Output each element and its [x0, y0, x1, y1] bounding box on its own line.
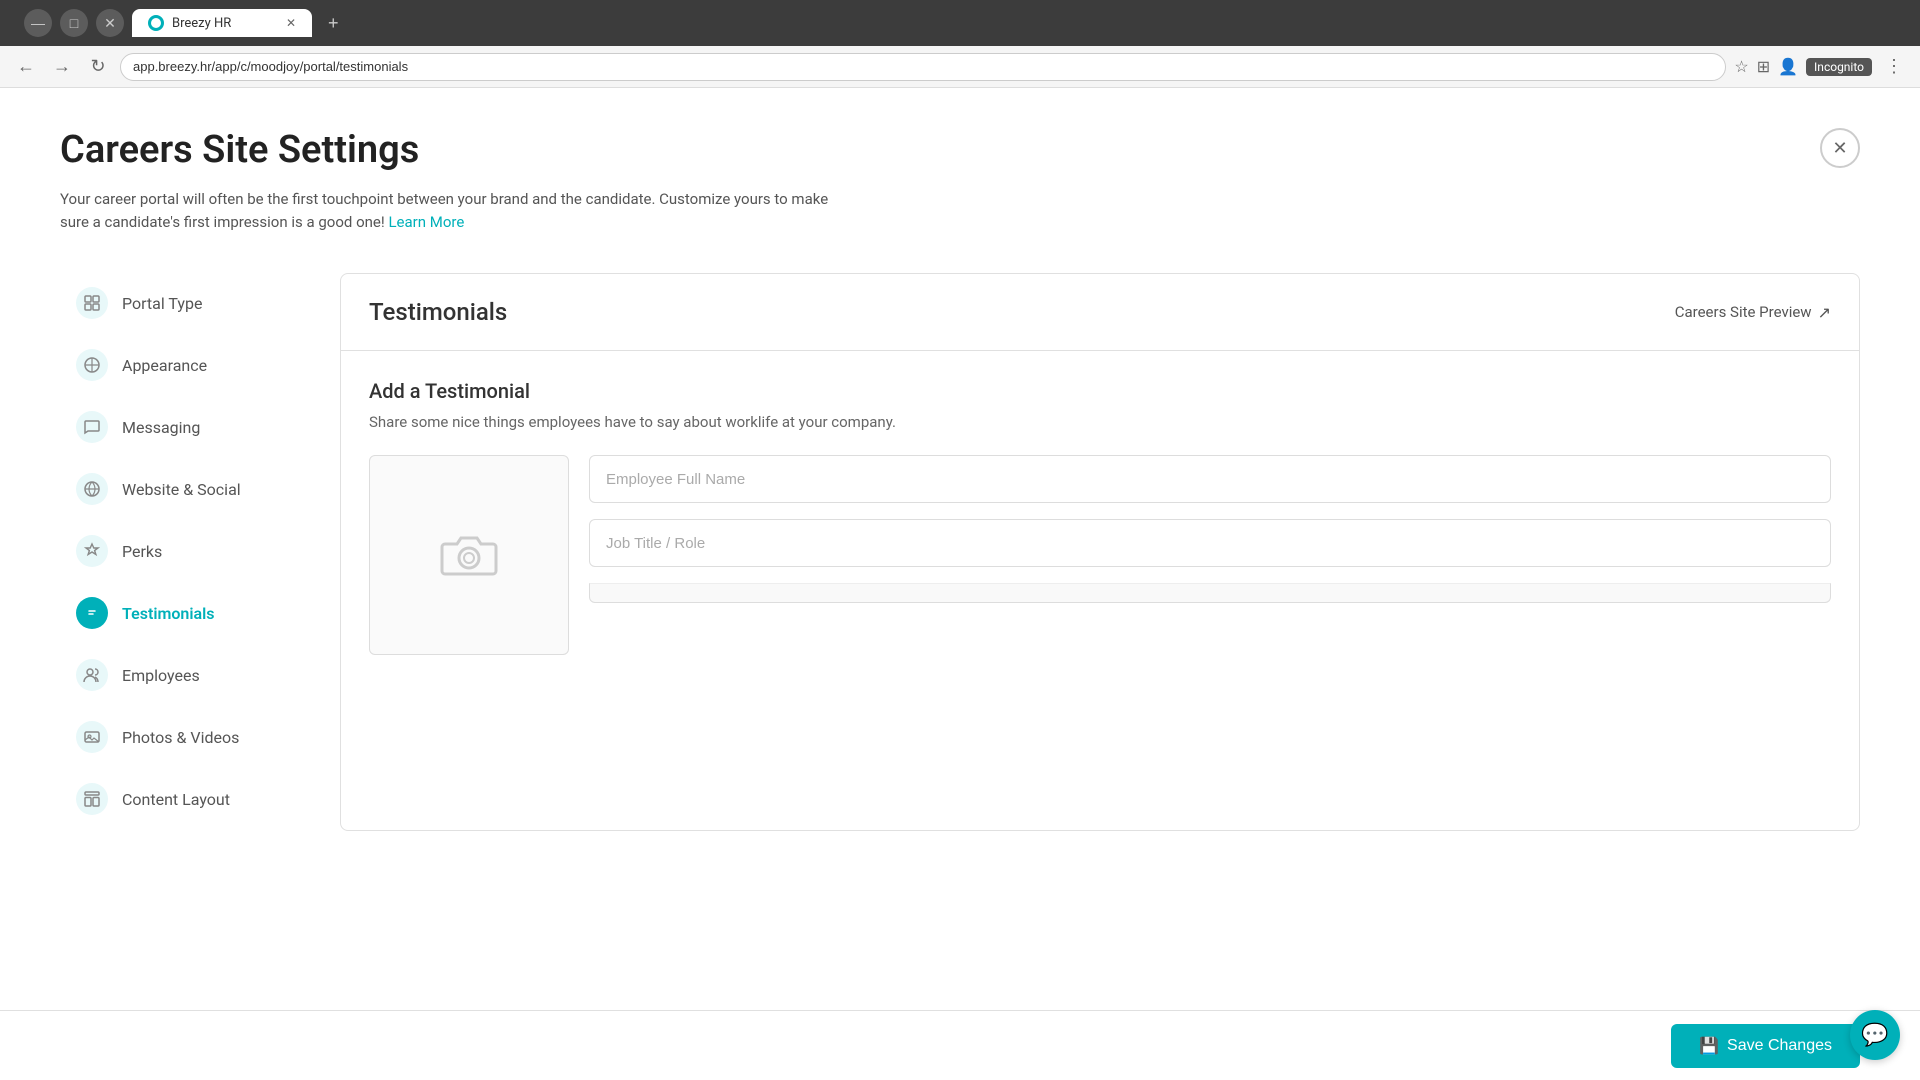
main-layout: Portal Type Appearance Messaging: [60, 273, 1860, 831]
content-layout-icon: [76, 783, 108, 815]
navigation-bar: ← → ↻ ☆ ⊞ 👤 Incognito ⋮: [0, 46, 1920, 88]
save-changes-button[interactable]: 💾 Save Changes: [1671, 1024, 1860, 1068]
sidebar-label-testimonials: Testimonials: [122, 604, 215, 623]
careers-preview-link[interactable]: Careers Site Preview ↗: [1675, 303, 1831, 322]
add-testimonial-title: Add a Testimonial: [369, 379, 1831, 403]
sidebar-label-appearance: Appearance: [122, 356, 207, 375]
sidebar-item-website-social[interactable]: Website & Social: [60, 459, 340, 519]
sidebar-label-perks: Perks: [122, 542, 162, 561]
sidebar-label-website-social: Website & Social: [122, 480, 241, 499]
sidebar-label-content-layout: Content Layout: [122, 790, 230, 809]
tab-favicon: [148, 15, 164, 31]
sidebar-item-perks[interactable]: Perks: [60, 521, 340, 581]
tab-title: Breezy HR: [172, 16, 231, 31]
sidebar-item-appearance[interactable]: Appearance: [60, 335, 340, 395]
window-minimize-button[interactable]: —: [24, 9, 52, 37]
sidebar-label-photos-videos: Photos & Videos: [122, 728, 239, 747]
page-subtitle: Your career portal will often be the fir…: [60, 188, 860, 233]
tab-bar: — □ ✕ Breezy HR ✕ +: [0, 0, 1920, 46]
job-title-input[interactable]: [589, 519, 1831, 567]
address-bar[interactable]: [120, 53, 1726, 81]
testimonial-form-fields: [589, 455, 1831, 655]
sidebar-item-messaging[interactable]: Messaging: [60, 397, 340, 457]
sidebar: Portal Type Appearance Messaging: [60, 273, 340, 831]
messaging-icon: [76, 411, 108, 443]
page-title: Careers Site Settings: [60, 128, 419, 172]
chat-widget-button[interactable]: 💬: [1850, 1010, 1900, 1060]
portal-type-icon: [76, 287, 108, 319]
main-content: Testimonials Careers Site Preview ↗ Add …: [340, 273, 1860, 831]
page: Careers Site Settings ✕ Your career port…: [0, 88, 1920, 1080]
camera-icon: [439, 530, 499, 580]
save-icon: 💾: [1699, 1036, 1719, 1056]
testimonials-icon: [76, 597, 108, 629]
bookmark-icon: ☆: [1734, 57, 1748, 76]
back-button[interactable]: ←: [12, 53, 40, 81]
testimonial-form: [369, 455, 1831, 655]
employee-name-input[interactable]: [589, 455, 1831, 503]
sidebar-item-content-layout[interactable]: Content Layout: [60, 769, 340, 829]
website-social-icon: [76, 473, 108, 505]
sidebar-label-messaging: Messaging: [122, 418, 200, 437]
content-body: Add a Testimonial Share some nice things…: [341, 351, 1859, 683]
page-footer: 💾 Save Changes: [0, 1010, 1920, 1080]
tab-close-button[interactable]: ✕: [286, 16, 296, 30]
chat-icon: 💬: [1861, 1023, 1888, 1048]
sidebar-item-photos-videos[interactable]: Photos & Videos: [60, 707, 340, 767]
window-maximize-button[interactable]: □: [60, 9, 88, 37]
more-menu-button[interactable]: ⋮: [1880, 53, 1908, 81]
page-header: Careers Site Settings ✕: [60, 128, 1860, 172]
sidebar-item-employees[interactable]: Employees: [60, 645, 340, 705]
external-link-icon: ↗: [1818, 303, 1831, 322]
browser-tab[interactable]: Breezy HR ✕: [132, 9, 312, 37]
sidebar-item-portal-type[interactable]: Portal Type: [60, 273, 340, 333]
content-header: Testimonials Careers Site Preview ↗: [341, 274, 1859, 351]
employees-icon: [76, 659, 108, 691]
add-testimonial-desc: Share some nice things employees have to…: [369, 413, 1831, 431]
forward-button[interactable]: →: [48, 53, 76, 81]
additional-field-partial: [589, 583, 1831, 603]
refresh-button[interactable]: ↻: [84, 53, 112, 81]
content-title: Testimonials: [369, 298, 507, 326]
incognito-badge: Incognito: [1806, 58, 1872, 76]
close-button[interactable]: ✕: [1820, 128, 1860, 168]
sidebar-item-testimonials[interactable]: Testimonials: [60, 583, 340, 643]
appearance-icon: [76, 349, 108, 381]
learn-more-link[interactable]: Learn More: [388, 213, 464, 231]
photo-upload-area[interactable]: [369, 455, 569, 655]
photos-videos-icon: [76, 721, 108, 753]
sidebar-label-employees: Employees: [122, 666, 200, 685]
profile-icon: 👤: [1778, 57, 1798, 76]
new-tab-button[interactable]: +: [320, 9, 347, 38]
window-close-button[interactable]: ✕: [96, 9, 124, 37]
perks-icon: [76, 535, 108, 567]
sidebar-label-portal-type: Portal Type: [122, 294, 202, 313]
extensions-icon: ⊞: [1757, 57, 1770, 76]
